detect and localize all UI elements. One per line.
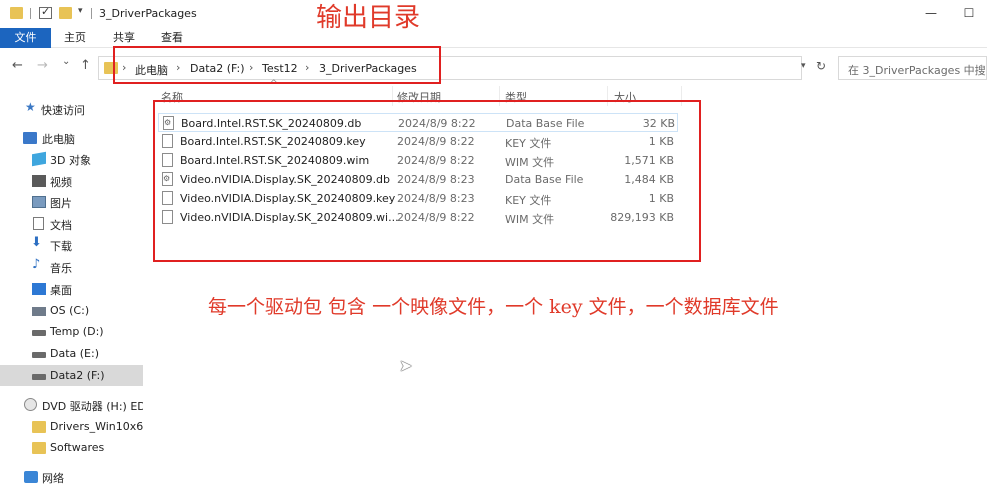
tab-home[interactable]: 主页 bbox=[55, 28, 95, 48]
sidebar-item-music[interactable]: ♪ 音乐 bbox=[0, 256, 143, 277]
sidebar-item-data-e[interactable]: Data (E:) bbox=[0, 343, 143, 364]
annotation-note: 每一个驱动包 包含 一个映像文件，一个 key 文件，一个数据库文件 bbox=[208, 296, 779, 318]
folder-icon bbox=[32, 442, 46, 454]
drive-icon bbox=[32, 330, 46, 336]
sidebar-item-label: Data (E:) bbox=[50, 347, 100, 360]
folder-icon bbox=[32, 421, 46, 433]
mouse-cursor-icon: ➤ bbox=[399, 356, 413, 375]
sidebar-item-label: 网络 bbox=[42, 472, 64, 485]
ribbon-tabs: 文件 主页 共享 查看 bbox=[0, 28, 987, 48]
sidebar-item-this-pc[interactable]: 此电脑 bbox=[0, 127, 143, 148]
sidebar-item-temp-d[interactable]: Temp (D:) bbox=[0, 321, 143, 342]
address-dropdown-icon[interactable]: ▾ bbox=[801, 61, 806, 71]
refresh-icon[interactable]: ↻ bbox=[816, 59, 826, 73]
quick-access-dropdown-icon[interactable]: ▾ bbox=[78, 6, 83, 16]
divider bbox=[30, 8, 31, 19]
navigation-pane: ★ 快速访问 此电脑 3D 对象 视频 图片 文档 ⬇ 下载 ♪ 音乐 桌面 O… bbox=[0, 86, 145, 502]
sidebar-item-label: 快速访问 bbox=[41, 104, 85, 117]
sidebar-item-3d-objects[interactable]: 3D 对象 bbox=[0, 148, 143, 169]
annotation-box-address bbox=[113, 46, 441, 84]
sidebar-item-dvd-h[interactable]: DVD 驱动器 (H:) ED bbox=[0, 394, 143, 415]
up-arrow-icon[interactable]: ↑ bbox=[80, 58, 91, 73]
tab-file[interactable]: 文件 bbox=[0, 28, 51, 48]
sidebar-item-label: 此电脑 bbox=[42, 133, 75, 146]
sidebar-item-label: 音乐 bbox=[50, 262, 72, 275]
sidebar-item-videos[interactable]: 视频 bbox=[0, 170, 143, 191]
sidebar-item-label: 视频 bbox=[50, 176, 72, 189]
sidebar-item-label: DVD 驱动器 (H:) ED bbox=[42, 400, 143, 413]
drive-icon bbox=[32, 352, 46, 358]
sidebar-item-data2-f[interactable]: Data2 (F:) bbox=[0, 365, 143, 386]
sidebar-item-documents[interactable]: 文档 bbox=[0, 213, 143, 234]
divider bbox=[91, 8, 92, 19]
pc-icon bbox=[23, 132, 37, 144]
sidebar-item-label: 文档 bbox=[50, 219, 72, 232]
window-title: 3_DriverPackages bbox=[99, 7, 197, 20]
sidebar-item-label: Data2 (F:) bbox=[50, 369, 105, 382]
sidebar-item-pictures[interactable]: 图片 bbox=[0, 191, 143, 212]
sidebar-item-downloads[interactable]: ⬇ 下载 bbox=[0, 234, 143, 255]
drive-icon bbox=[32, 374, 46, 380]
maximize-button[interactable]: ☐ bbox=[957, 2, 981, 24]
sidebar-item-label: 图片 bbox=[50, 197, 72, 210]
dvd-icon bbox=[24, 398, 37, 411]
folder-icon bbox=[10, 7, 23, 19]
back-arrow-icon[interactable]: ← bbox=[12, 58, 23, 73]
title-bar: ▾ 3_DriverPackages — ☐ bbox=[0, 0, 987, 28]
documents-icon bbox=[33, 217, 44, 230]
sidebar-item-label: Softwares bbox=[50, 441, 105, 454]
music-icon: ♪ bbox=[32, 257, 41, 272]
search-box[interactable]: 在 3_DriverPackages 中搜索 bbox=[838, 56, 987, 80]
new-folder-icon[interactable] bbox=[59, 7, 72, 19]
pin-star-icon: ★ bbox=[25, 100, 36, 114]
sidebar-item-quick-access[interactable]: ★ 快速访问 bbox=[0, 98, 143, 119]
video-icon bbox=[32, 175, 46, 187]
search-placeholder: 在 3_DriverPackages 中搜索 bbox=[848, 64, 987, 77]
tab-share[interactable]: 共享 bbox=[104, 28, 144, 48]
properties-check-icon[interactable] bbox=[39, 5, 52, 19]
sidebar-item-softwares[interactable]: Softwares bbox=[0, 437, 143, 458]
sidebar-item-network[interactable]: 网络 bbox=[0, 466, 143, 487]
sidebar-item-desktop[interactable]: 桌面 bbox=[0, 278, 143, 299]
system-drive-icon bbox=[32, 307, 46, 316]
download-icon: ⬇ bbox=[31, 235, 42, 250]
3d-objects-icon bbox=[32, 151, 46, 167]
minimize-button[interactable]: — bbox=[919, 2, 943, 24]
sidebar-item-os-c[interactable]: OS (C:) bbox=[0, 300, 143, 321]
sidebar-item-label: Drivers_Win10x64 bbox=[50, 420, 143, 433]
recent-locations-icon[interactable]: ⌄ bbox=[62, 56, 70, 67]
forward-arrow-icon[interactable]: → bbox=[37, 58, 48, 73]
annotation-box-files bbox=[153, 100, 701, 262]
tab-view[interactable]: 查看 bbox=[152, 28, 192, 48]
sidebar-item-label: 3D 对象 bbox=[50, 154, 91, 167]
annotation-title: 输出目录 bbox=[316, 3, 421, 33]
sidebar-item-label: OS (C:) bbox=[50, 304, 90, 317]
desktop-icon bbox=[32, 283, 46, 295]
sidebar-item-label: 下载 bbox=[50, 240, 72, 253]
sidebar-item-drivers-win10x64[interactable]: Drivers_Win10x64 bbox=[0, 416, 143, 437]
pictures-icon bbox=[32, 196, 46, 208]
sidebar-item-label: Temp (D:) bbox=[50, 325, 104, 338]
network-icon bbox=[24, 471, 38, 483]
sidebar-item-label: 桌面 bbox=[50, 284, 72, 297]
